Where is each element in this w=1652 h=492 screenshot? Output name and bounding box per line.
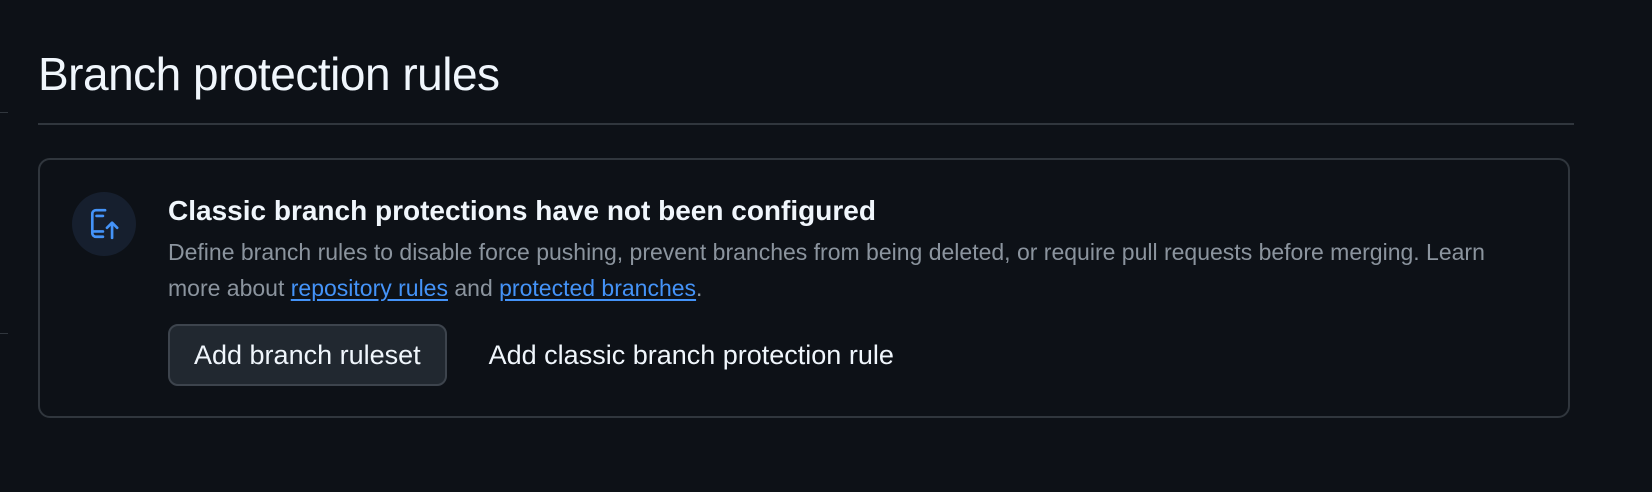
sidebar-edge-mark <box>0 333 8 334</box>
repository-rules-link[interactable]: repository rules <box>291 275 448 301</box>
protected-branches-link[interactable]: protected branches <box>499 275 696 301</box>
add-branch-ruleset-button[interactable]: Add branch ruleset <box>168 324 447 386</box>
add-classic-branch-protection-rule-button[interactable]: Add classic branch protection rule <box>465 324 918 386</box>
blankslate-actions: Add branch ruleset Add classic branch pr… <box>168 324 1528 386</box>
blankslate-description: Define branch rules to disable force pus… <box>168 234 1498 306</box>
page-title: Branch protection rules <box>38 48 500 100</box>
period-text: . <box>696 275 703 301</box>
blankslate-body: Classic branch protections have not been… <box>168 194 1528 386</box>
blankslate-heading: Classic branch protections have not been… <box>168 195 876 226</box>
title-divider <box>38 123 1574 125</box>
repo-push-icon <box>72 192 136 256</box>
blankslate-card: Classic branch protections have not been… <box>38 158 1570 418</box>
sidebar-edge-mark <box>0 112 8 113</box>
and-text: and <box>447 275 500 301</box>
